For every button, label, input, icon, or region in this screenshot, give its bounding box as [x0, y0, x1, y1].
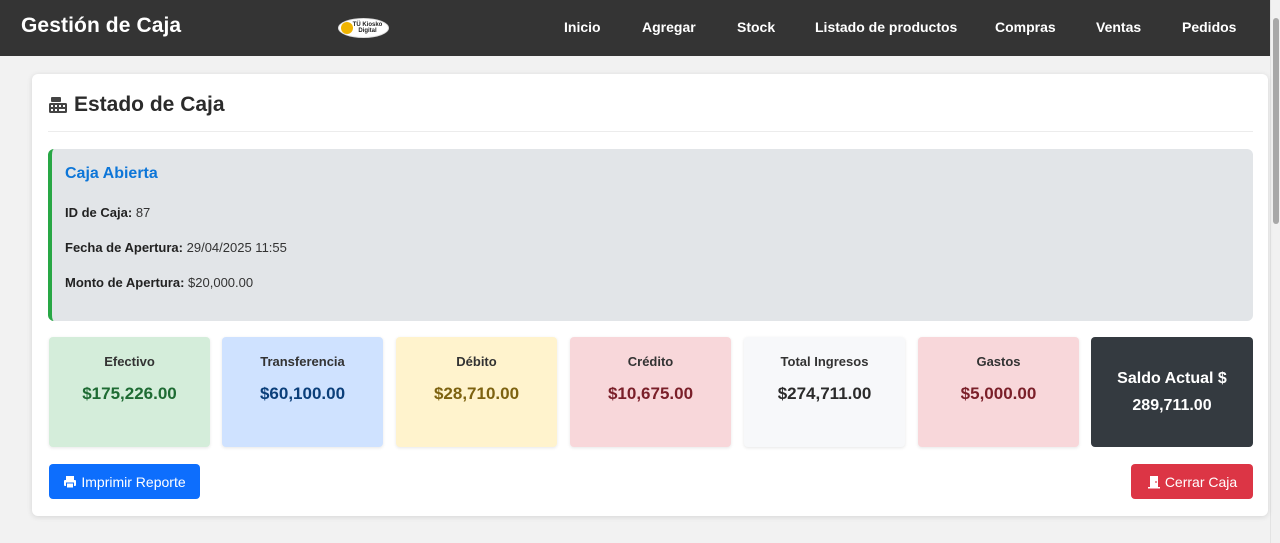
- saldo-actual-card: Saldo Actual $ 289,711.00: [1091, 337, 1253, 447]
- caja-monto-row: Monto de Apertura: $20,000.00: [65, 275, 253, 290]
- page-scrollbar[interactable]: [1270, 0, 1280, 543]
- caja-status: Caja Abierta: [65, 165, 158, 182]
- imprimir-reporte-button[interactable]: Imprimir Reporte: [49, 464, 200, 499]
- header-divider: [48, 131, 1253, 132]
- top-navbar: Gestión de Caja TÜ Kiosko Digital Inicio…: [0, 0, 1270, 56]
- nav-link-agregar[interactable]: Agregar: [642, 19, 696, 35]
- caja-id-label: ID de Caja:: [65, 205, 133, 220]
- nav-link-stock[interactable]: Stock: [737, 19, 775, 35]
- stat-value: $10,675.00: [607, 384, 694, 403]
- caja-fecha-value: 29/04/2025 11:55: [186, 240, 287, 255]
- caja-id-row: ID de Caja: 87: [65, 205, 150, 220]
- caja-id-value: 87: [135, 205, 151, 220]
- stat-label: Total Ingresos: [780, 354, 869, 369]
- caja-info-panel: Caja Abierta ID de Caja: 87 Fecha de Ape…: [48, 149, 1253, 321]
- stat-value: $274,711.00: [777, 384, 872, 403]
- stat-credito: Crédito $10,675.00: [570, 337, 731, 447]
- stat-value: $175,226.00: [82, 384, 177, 403]
- saldo-value: 289,711.00: [1132, 397, 1212, 414]
- stat-label: Crédito: [627, 354, 674, 369]
- stat-transferencia: Transferencia $60,100.00: [222, 337, 383, 447]
- nav-links: Inicio Agregar Stock Listado de producto…: [0, 19, 1270, 39]
- cerrar-caja-label: Cerrar Caja: [1164, 473, 1238, 490]
- scrollbar-thumb[interactable]: [1273, 18, 1279, 224]
- saldo-label: Saldo Actual $: [1117, 370, 1227, 387]
- page-title: Estado de Caja: [74, 93, 225, 116]
- printer-icon: [63, 475, 77, 489]
- card-header: Estado de Caja: [48, 93, 225, 117]
- stat-label: Débito: [456, 354, 497, 369]
- stat-label: Gastos: [976, 354, 1021, 369]
- nav-link-pedidos[interactable]: Pedidos: [1182, 19, 1236, 35]
- nav-link-inicio[interactable]: Inicio: [564, 19, 601, 35]
- stat-label: Transferencia: [260, 354, 345, 369]
- stat-total-ingresos: Total Ingresos $274,711.00: [744, 337, 905, 447]
- estado-caja-card: Estado de Caja Caja Abierta ID de Caja: …: [32, 74, 1268, 516]
- stat-label: Efectivo: [104, 354, 155, 369]
- caja-monto-value: $20,000.00: [188, 275, 254, 290]
- door-icon: [1147, 475, 1161, 489]
- caja-fecha-row: Fecha de Apertura: 29/04/2025 11:55: [65, 240, 287, 255]
- stat-efectivo: Efectivo $175,226.00: [49, 337, 210, 447]
- stat-value: $28,710.00: [433, 384, 520, 403]
- caja-fecha-label: Fecha de Apertura:: [65, 240, 183, 255]
- caja-monto-label: Monto de Apertura:: [65, 275, 185, 290]
- nav-link-compras[interactable]: Compras: [995, 19, 1056, 35]
- stat-value: $60,100.00: [259, 384, 346, 403]
- stat-value: $5,000.00: [960, 384, 1037, 403]
- stat-gastos: Gastos $5,000.00: [918, 337, 1079, 447]
- cash-register-icon: [48, 95, 68, 115]
- cerrar-caja-button[interactable]: Cerrar Caja: [1131, 464, 1253, 499]
- imprimir-reporte-label: Imprimir Reporte: [81, 473, 186, 490]
- nav-link-ventas[interactable]: Ventas: [1096, 19, 1141, 35]
- stat-debito: Débito $28,710.00: [396, 337, 557, 447]
- nav-link-listado[interactable]: Listado de productos: [815, 19, 957, 35]
